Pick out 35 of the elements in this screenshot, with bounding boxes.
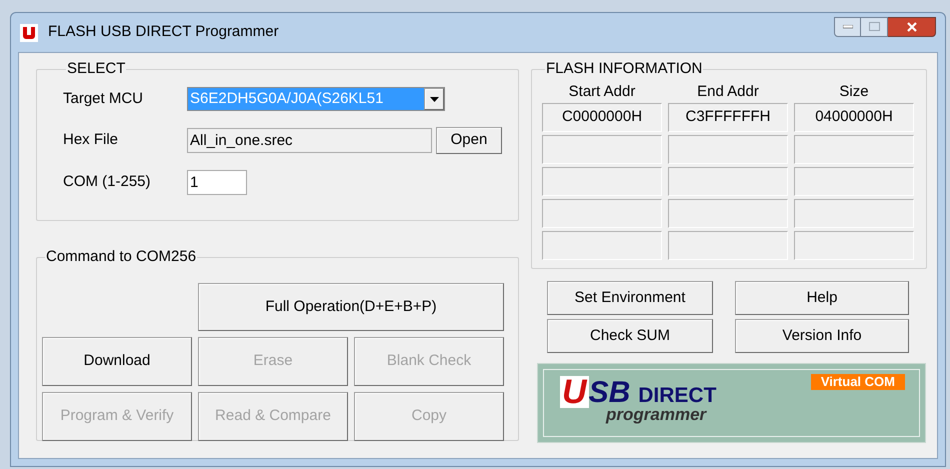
- column-header: Start Addr: [568, 82, 636, 102]
- minimize-button[interactable]: [834, 16, 861, 36]
- window-title: FLASH USB DIRECT Programmer: [48, 22, 279, 42]
- com-field[interactable]: 1: [187, 170, 247, 195]
- side-button[interactable]: Check SUM: [547, 319, 713, 353]
- close-button[interactable]: [888, 16, 936, 36]
- column-header: Size: [838, 82, 870, 102]
- group-title: Command to COM256: [46, 248, 196, 265]
- command-button[interactable]: Full Operation(D+E+B+P): [198, 283, 504, 331]
- caret-icon: [424, 88, 444, 110]
- app-icon: [20, 24, 38, 42]
- field-label: Target MCU: [63, 88, 144, 109]
- table-cell: 04000000H: [794, 103, 914, 132]
- logo-initial: U: [560, 376, 589, 408]
- side-button[interactable]: Version Info: [735, 319, 909, 353]
- maximize-button[interactable]: [861, 16, 888, 36]
- logo-tagline: programmer: [606, 406, 708, 424]
- column-header: End Addr: [696, 82, 760, 102]
- logo-word: DIRECT: [638, 384, 716, 408]
- close-icon: [906, 22, 918, 32]
- command-button[interactable]: Download: [42, 337, 192, 386]
- side-button[interactable]: Help: [735, 281, 909, 315]
- table-cell: C0000000H: [542, 103, 662, 132]
- group-title: FLASH INFORMATION: [546, 60, 702, 77]
- table-cell: C3FFFFFFH: [668, 103, 788, 132]
- field-label: Hex File: [63, 130, 120, 150]
- virtual-com-badge: Virtual COM: [810, 374, 905, 390]
- group-title: SELECT: [67, 60, 126, 77]
- open-button[interactable]: Open: [436, 127, 502, 154]
- logo-letters: SB: [588, 378, 630, 408]
- hex-file-field[interactable]: All_in_one.srec: [187, 128, 432, 153]
- maximize-icon: [868, 22, 880, 31]
- minimize-icon: [842, 24, 852, 28]
- field-label: COM (1-255): [63, 172, 152, 192]
- side-button[interactable]: Set Environment: [547, 281, 713, 315]
